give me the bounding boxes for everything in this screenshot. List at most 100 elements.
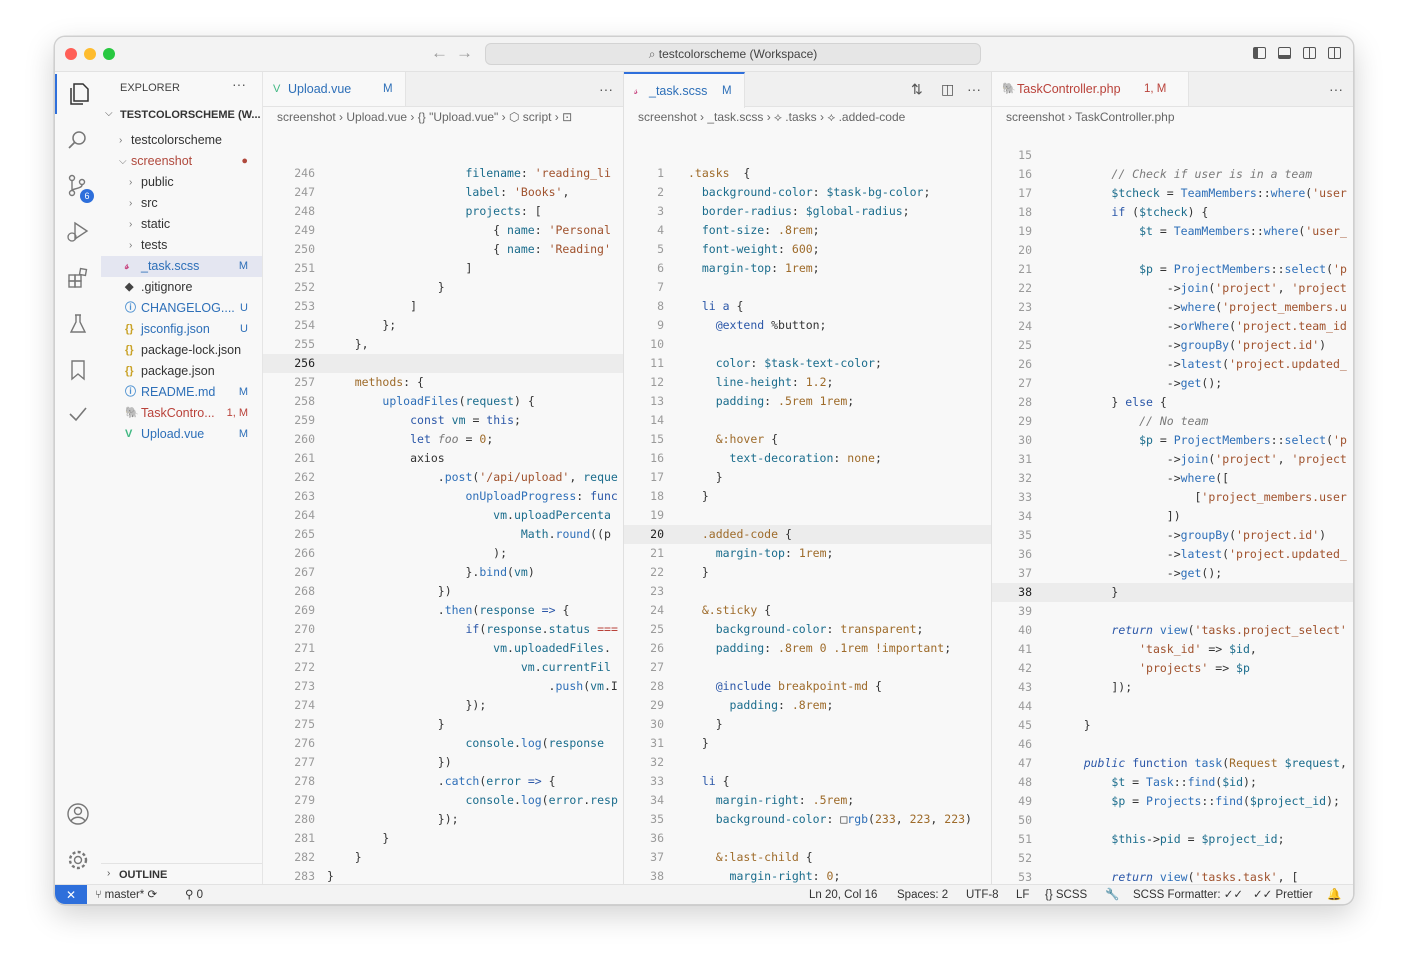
- code-line[interactable]: 263 onUploadProgress: func: [263, 487, 623, 506]
- wrench-icon[interactable]: 🔧: [1105, 885, 1119, 904]
- code-line[interactable]: 1 .tasks {: [624, 164, 991, 183]
- code-line[interactable]: 264 vm.uploadPercenta: [263, 506, 623, 525]
- toggle-panel-icon[interactable]: [1278, 47, 1291, 59]
- code-line[interactable]: 277 }): [263, 753, 623, 772]
- code-line[interactable]: 18 if ($tcheck) {: [992, 203, 1353, 222]
- editor-tab[interactable]: 🐘 TaskController.php 1, M: [992, 72, 1189, 106]
- explorer-view-button[interactable]: [55, 74, 101, 114]
- code-line[interactable]: 51 $this->pid = $project_id;: [992, 830, 1353, 849]
- code-line[interactable]: 34 margin-right: .5rem;: [624, 791, 991, 810]
- code-line[interactable]: 254 };: [263, 316, 623, 335]
- breadcrumb[interactable]: screenshot › Upload.vue › {} "Upload.vue…: [263, 107, 623, 127]
- branch-indicator[interactable]: ⑂ master* ⟳: [95, 885, 157, 904]
- file-item[interactable]: {} jsconfig.json U: [101, 319, 262, 340]
- code-line[interactable]: 26 padding: .8rem 0 .1rem !important;: [624, 639, 991, 658]
- code-line[interactable]: 10: [624, 335, 991, 354]
- code-line[interactable]: 283}: [263, 867, 623, 884]
- toggle-secondary-sidebar-icon[interactable]: [1303, 47, 1316, 59]
- code-line[interactable]: 27 ->get();: [992, 374, 1353, 393]
- code-line[interactable]: 31 ->join('project', 'project: [992, 450, 1353, 469]
- code-line[interactable]: 43 ]);: [992, 678, 1353, 697]
- code-line[interactable]: 30 $p = ProjectMembers::select('p: [992, 431, 1353, 450]
- code-line[interactable]: 32: [624, 753, 991, 772]
- code-line[interactable]: 35 background-color: □rgb(233, 223, 223): [624, 810, 991, 829]
- code-line[interactable]: 259 const vm = this;: [263, 411, 623, 430]
- code-line[interactable]: 37 ->get();: [992, 564, 1353, 583]
- outline-chevron-icon[interactable]: ›: [107, 868, 110, 879]
- more-actions-icon[interactable]: ···: [1329, 81, 1343, 97]
- code-line[interactable]: 45 }: [992, 716, 1353, 735]
- code-line[interactable]: 273 .push(vm.I: [263, 677, 623, 696]
- cursor-position[interactable]: Ln 20, Col 16: [809, 885, 877, 904]
- code-line[interactable]: 28 @include breakpoint-md {: [624, 677, 991, 696]
- code-line[interactable]: 42 'projects' => $p: [992, 659, 1353, 678]
- code-line[interactable]: 35 ->groupBy('project.id'): [992, 526, 1353, 545]
- code-line[interactable]: 276 console.log(response: [263, 734, 623, 753]
- code-line[interactable]: 21 margin-top: 1rem;: [624, 544, 991, 563]
- code-line[interactable]: 255 },: [263, 335, 623, 354]
- file-item[interactable]: ◆ .gitignore: [101, 277, 262, 298]
- code-line[interactable]: 29 // No team: [992, 412, 1353, 431]
- code-line[interactable]: 25 ->groupBy('project.id'): [992, 336, 1353, 355]
- code-line[interactable]: 281 }: [263, 829, 623, 848]
- code-line[interactable]: 24 ->orWhere('project.team_id: [992, 317, 1353, 336]
- code-line[interactable]: 8 li a {: [624, 297, 991, 316]
- breadcrumb[interactable]: screenshot › TaskController.php: [992, 107, 1353, 127]
- remote-indicator[interactable]: ✕: [55, 885, 87, 904]
- zoom-window-button[interactable]: [103, 48, 115, 60]
- code-line[interactable]: 34 ]): [992, 507, 1353, 526]
- code-line[interactable]: 21 $p = ProjectMembers::select('p: [992, 260, 1353, 279]
- code-line[interactable]: 9 @extend %button;: [624, 316, 991, 335]
- code-line[interactable]: 250 { name: 'Reading': [263, 240, 623, 259]
- code-line[interactable]: 33 li {: [624, 772, 991, 791]
- code-line[interactable]: 11 color: $task-text-color;: [624, 354, 991, 373]
- root-chevron-icon[interactable]: ⌵: [105, 108, 113, 119]
- code-line[interactable]: 41 'task_id' => $id,: [992, 640, 1353, 659]
- code-line[interactable]: 249 { name: 'Personal: [263, 221, 623, 240]
- workspace-root[interactable]: TESTCOLORSCHEME (W...: [120, 109, 261, 121]
- code-line[interactable]: 17 }: [624, 468, 991, 487]
- code-line[interactable]: 50: [992, 811, 1353, 830]
- code-line[interactable]: 4 font-size: .8rem;: [624, 221, 991, 240]
- outline-section[interactable]: OUTLINE: [119, 869, 167, 881]
- code-line[interactable]: 12 line-height: 1.2;: [624, 373, 991, 392]
- customize-layout-icon[interactable]: [1328, 47, 1341, 59]
- minimize-window-button[interactable]: [84, 48, 96, 60]
- folder-item[interactable]: › tests: [101, 235, 262, 256]
- code-line[interactable]: 270 if(response.status ===: [263, 620, 623, 639]
- formatter-status[interactable]: SCSS Formatter: ✓✓: [1133, 885, 1243, 904]
- code-line[interactable]: 52: [992, 849, 1353, 868]
- code-line[interactable]: 28 } else {: [992, 393, 1353, 412]
- code-line[interactable]: 48 $t = Task::find($id);: [992, 773, 1353, 792]
- code-line[interactable]: 14: [624, 411, 991, 430]
- folder-item[interactable]: › src: [101, 193, 262, 214]
- extensions-view-button[interactable]: [55, 258, 101, 298]
- code-line[interactable]: 266 );: [263, 544, 623, 563]
- code-line[interactable]: 256: [263, 354, 623, 373]
- code-line[interactable]: 15 &:hover {: [624, 430, 991, 449]
- folder-item[interactable]: › public: [101, 172, 262, 193]
- code-line[interactable]: 25 background-color: transparent;: [624, 620, 991, 639]
- split-editor-icon[interactable]: ◫: [941, 81, 954, 98]
- code-line[interactable]: 16 // Check if user is in a team: [992, 165, 1353, 184]
- code-line[interactable]: 262 .post('/api/upload', reque: [263, 468, 623, 487]
- code-line[interactable]: 13 padding: .5rem 1rem;: [624, 392, 991, 411]
- code-line[interactable]: 253 ]: [263, 297, 623, 316]
- code-line[interactable]: 38 }: [992, 583, 1353, 602]
- folder-item[interactable]: › static: [101, 214, 262, 235]
- editor-tab[interactable]: 𝓈 _task.scss M: [624, 72, 745, 108]
- folder-item[interactable]: ⌵ screenshot ●: [101, 151, 262, 172]
- code-line[interactable]: 15: [992, 146, 1353, 165]
- run-debug-view-button[interactable]: [55, 212, 101, 252]
- ports-indicator[interactable]: ⚲ 0: [185, 885, 203, 904]
- prettier-status[interactable]: ✓✓ Prettier: [1253, 885, 1313, 904]
- code-line[interactable]: 275 }: [263, 715, 623, 734]
- code-line[interactable]: 282 }: [263, 848, 623, 867]
- code-line[interactable]: 33 ['project_members.user: [992, 488, 1353, 507]
- code-line[interactable]: 247 label: 'Books',: [263, 183, 623, 202]
- code-line[interactable]: 31 }: [624, 734, 991, 753]
- file-item[interactable]: {} package.json: [101, 361, 262, 382]
- language-mode[interactable]: {} SCSS: [1045, 885, 1087, 904]
- code-line[interactable]: 30 }: [624, 715, 991, 734]
- code-line[interactable]: 5 font-weight: 600;: [624, 240, 991, 259]
